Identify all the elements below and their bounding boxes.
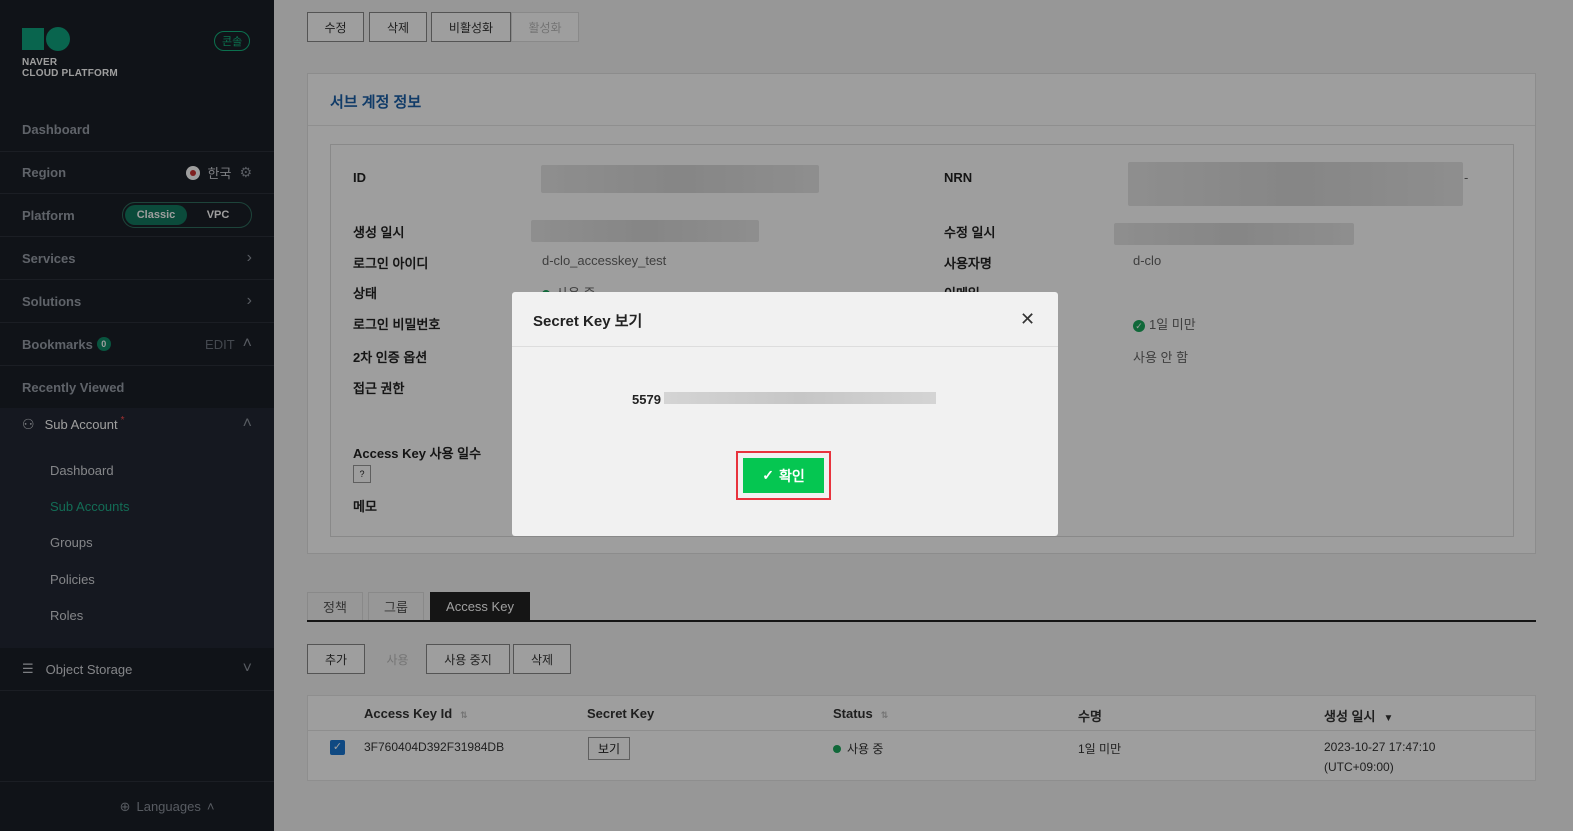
confirm-highlight: ✓ 확인 [736,451,831,500]
confirm-button[interactable]: ✓ 확인 [743,458,824,493]
close-icon[interactable]: ✕ [1020,309,1035,330]
secret-key-prefix: 5579 [632,392,661,407]
confirm-button-label: 확인 [778,467,805,484]
check-icon: ✓ [762,467,774,483]
modal-title: Secret Key 보기 [533,313,643,330]
secret-key-redacted [664,392,936,404]
secret-key-modal: Secret Key 보기 ✕ 5579 ✓ 확인 [512,292,1058,536]
modal-header: Secret Key 보기 ✕ [512,292,1058,347]
